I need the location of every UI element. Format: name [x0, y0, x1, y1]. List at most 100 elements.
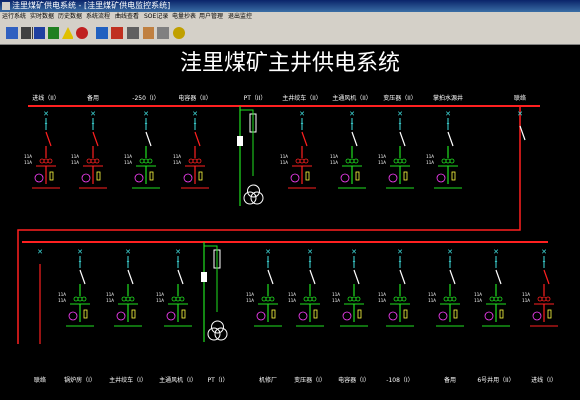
diagram-svg: 洼里煤矿主井供电系统✕⌃进线（II）11A11A✕⌃备用11A11A✕⌃-250…	[17, 51, 558, 384]
bottom-breaker	[495, 269, 502, 285]
top-feeder-label: 联络	[514, 94, 526, 102]
menu-item[interactable]: 曲线查看	[115, 12, 139, 22]
bottom-breaker	[309, 269, 316, 285]
bottom-ct	[265, 296, 271, 302]
top-feeder: ✕⌃	[181, 110, 209, 189]
bottom-val-a: 11A	[378, 292, 386, 297]
bar-chart-icon	[96, 27, 108, 39]
bottom-lead-mark: ⌃	[351, 260, 356, 267]
bottom-disconnector-mark: ✕	[175, 248, 181, 256]
bottom-ct	[493, 296, 499, 302]
bottom-lead-mark: ⌃	[265, 260, 270, 267]
menu-item[interactable]: 系统流程	[86, 12, 110, 22]
bottom-breaker	[127, 269, 134, 285]
bottom-resistor	[499, 309, 504, 319]
top-ct	[39, 158, 45, 164]
bottom-meter	[68, 311, 78, 321]
curve-icon	[111, 27, 123, 39]
top-lead-mark: ⌃	[299, 122, 304, 129]
top-feeder-label: 电容器（II）	[178, 94, 212, 102]
bottom-feeder: ✕⌃	[164, 248, 192, 327]
bottom-meter	[256, 311, 266, 321]
bottom-ct	[77, 296, 83, 302]
window-title: 洼里煤矿供电系统 - [洼里煤矿供电监控系统]	[12, 1, 171, 10]
bottom-lead-mark: ⌃	[307, 260, 312, 267]
help-button[interactable]	[170, 24, 188, 42]
bottom-ct	[451, 296, 457, 302]
bottom-breaker	[543, 269, 550, 285]
bottom-ct	[81, 296, 87, 302]
menu-item[interactable]: 电量抄表	[172, 12, 196, 22]
top-feeder-label: -250（I）	[132, 95, 159, 102]
top-ct	[86, 158, 92, 164]
top-ct	[441, 158, 447, 164]
top-disconnector-mark: ✕	[90, 110, 96, 118]
top-breaker	[399, 131, 406, 147]
bottom-ct	[537, 296, 543, 302]
bottom-resistor	[357, 309, 362, 319]
bottom-feeder-label: 电容器（I）	[338, 376, 370, 384]
menu-item[interactable]: 运行系统	[2, 12, 26, 22]
bottom-val-b: 11A	[428, 298, 436, 303]
top-feeder-label: 主通风机（II）	[332, 94, 372, 102]
top-meter	[290, 173, 300, 183]
tie-mark: ✕	[517, 110, 523, 118]
report-icon	[127, 27, 139, 39]
top-val-a: 11A	[71, 154, 79, 159]
top-resistor	[49, 171, 54, 181]
bottom-meter	[342, 311, 352, 321]
top-lead-mark: ⌃	[397, 122, 402, 129]
doc-icon	[6, 27, 18, 39]
bottom-pt-pt-coil3	[211, 320, 224, 334]
bottom-ct	[129, 296, 135, 302]
toolbar	[0, 22, 580, 45]
top-ct	[143, 158, 149, 164]
top-feeder-label: 主井绞车（II）	[282, 94, 322, 102]
top-feeder-label: PT（II）	[244, 95, 267, 102]
top-meter	[436, 173, 446, 183]
menu-item[interactable]: SOE记录	[144, 12, 168, 22]
menu-item[interactable]: 历史数据	[58, 12, 82, 22]
top-meter	[340, 173, 350, 183]
top-lead-mark: ⌃	[90, 122, 95, 129]
diagram-title: 洼里煤矿主井供电系统	[180, 51, 400, 76]
bottom-ct	[269, 296, 275, 302]
top-feeder: ✕⌃	[132, 110, 160, 189]
bottom-resistor	[453, 309, 458, 319]
bottom-val-a: 11A	[288, 292, 296, 297]
bottom-feeder: ✕⌃	[530, 248, 558, 327]
top-feeder-label: 变压器（II）	[383, 94, 417, 102]
menu-item[interactable]: 用户管理	[199, 12, 223, 22]
bottom-pt-pt-coil	[207, 327, 221, 341]
top-feeder-label: 备用	[87, 94, 99, 102]
bottom-val-b: 11A	[106, 298, 114, 303]
bottom-feeder: ✕	[37, 248, 43, 344]
bottom-ct	[351, 296, 357, 302]
bottom-disconnector-mark: ✕	[397, 248, 403, 256]
top-feeder: ✕⌃	[386, 110, 414, 189]
bottom-ct	[303, 296, 309, 302]
bottom-breaker	[399, 269, 406, 285]
top-breaker	[447, 131, 454, 147]
bottom-breaker	[267, 269, 274, 285]
top-feeder: ✕	[517, 110, 526, 141]
menu-item[interactable]: 实时数据	[30, 12, 54, 22]
bottom-pt-switch	[201, 272, 207, 282]
menu-item[interactable]: 退出监控	[228, 12, 252, 22]
bottom-ct	[489, 296, 495, 302]
bottom-resistor	[313, 309, 318, 319]
top-meter	[183, 173, 193, 183]
top-ct	[196, 158, 202, 164]
exit-icon	[157, 27, 169, 39]
top-val-b: 11A	[280, 160, 288, 165]
top-pt-pt-coil	[243, 191, 257, 205]
top-meter	[388, 173, 398, 183]
bottom-disconnector-mark: ✕	[265, 248, 271, 256]
top-ct	[303, 158, 309, 164]
bottom-feeder-label: 主井绞车（I）	[109, 376, 147, 384]
stop-button[interactable]	[73, 24, 91, 42]
bottom-resistor	[131, 309, 136, 319]
bottom-val-a: 11A	[58, 292, 66, 297]
bottom-feeder: ✕⌃	[340, 248, 368, 327]
top-resistor	[149, 171, 154, 181]
